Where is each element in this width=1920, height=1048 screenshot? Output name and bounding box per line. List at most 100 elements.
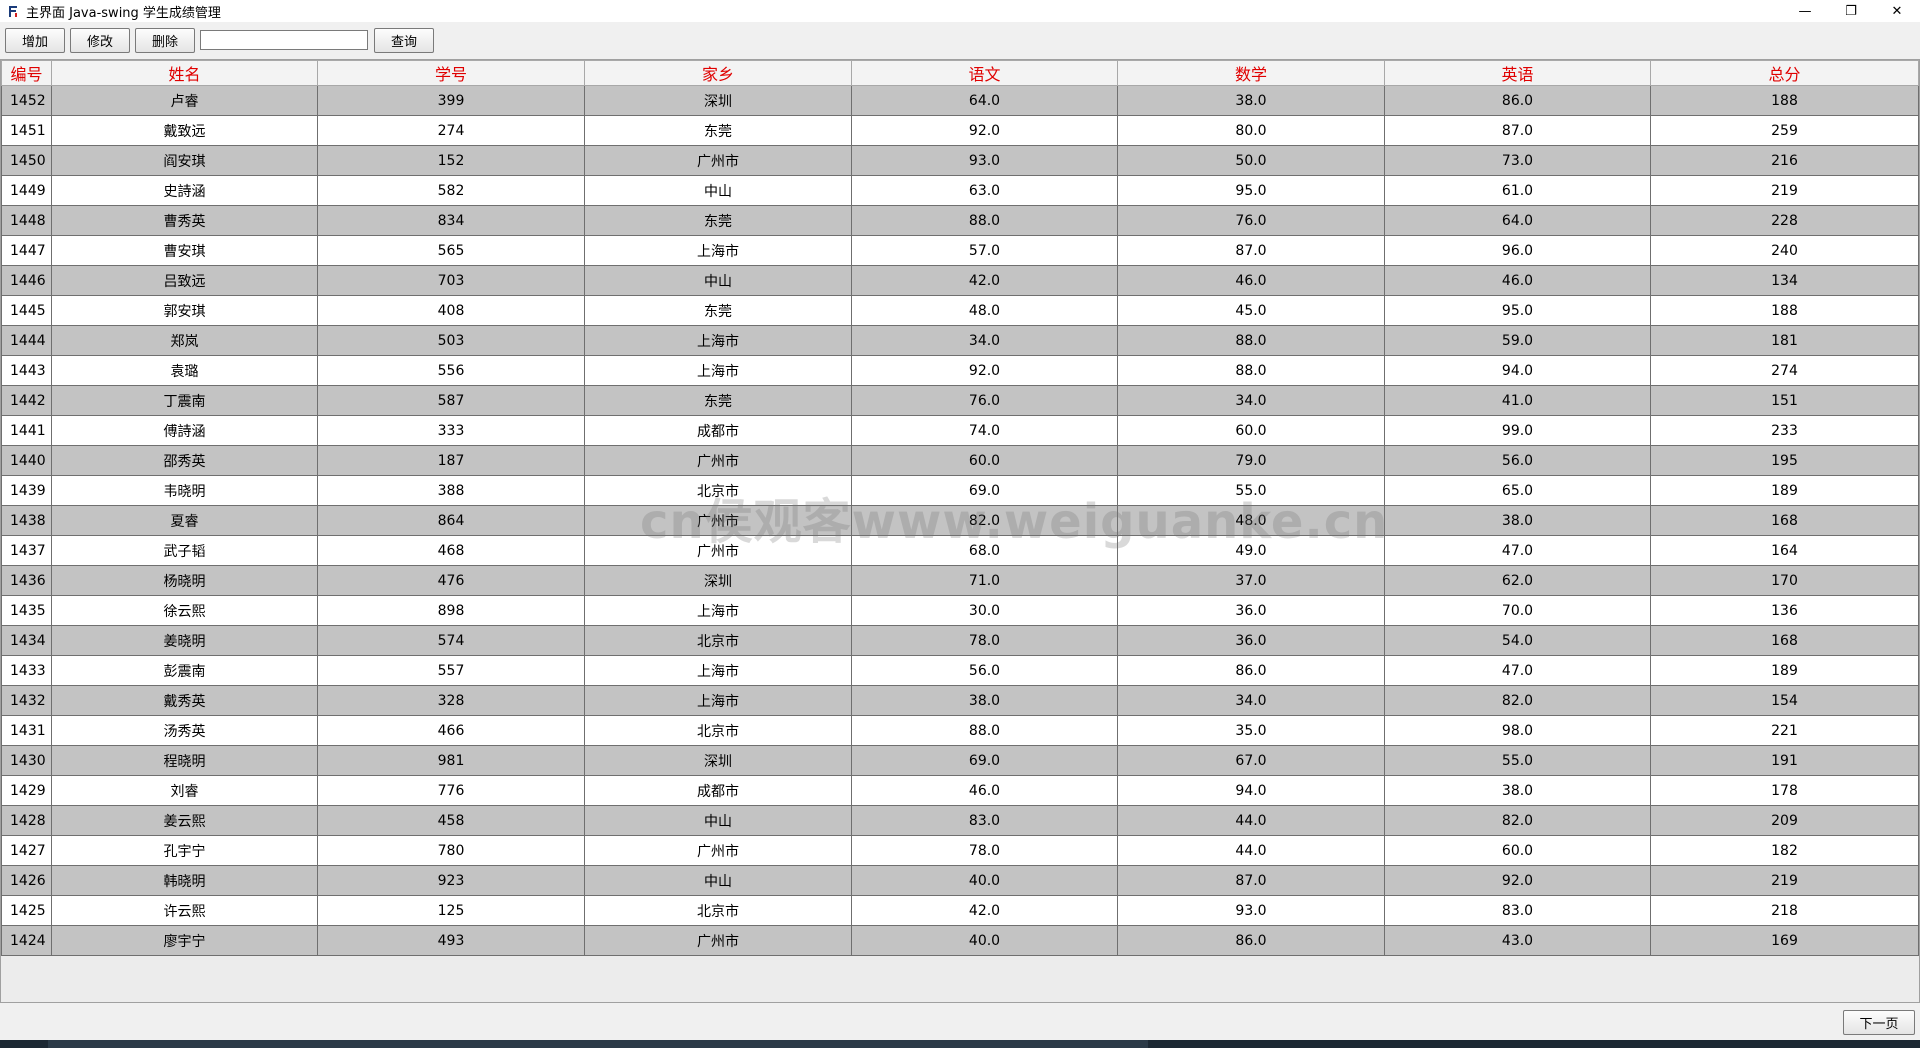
cell-name[interactable]: 韩晓明 <box>51 865 318 896</box>
cell-name[interactable]: 汤秀英 <box>51 715 318 746</box>
cell-student-no[interactable]: 923 <box>317 865 585 896</box>
cell-english[interactable]: 60.0 <box>1384 835 1651 866</box>
cell-math[interactable]: 88.0 <box>1117 325 1385 356</box>
cell-total[interactable]: 154 <box>1650 685 1919 716</box>
cell-name[interactable]: 邵秀英 <box>51 445 318 476</box>
cell-total[interactable]: 164 <box>1650 535 1919 566</box>
cell-id[interactable]: 1447 <box>1 235 52 266</box>
cell-chinese[interactable]: 34.0 <box>851 325 1118 356</box>
cell-student-no[interactable]: 981 <box>317 745 585 776</box>
cell-hometown[interactable]: 北京市 <box>584 895 852 926</box>
table-row[interactable]: 1429 刘睿 776 成都市 46.0 94.0 38.0 178 <box>1 775 1919 806</box>
cell-math[interactable]: 34.0 <box>1117 685 1385 716</box>
cell-name[interactable]: 程晓明 <box>51 745 318 776</box>
delete-button[interactable]: 删除 <box>135 28 195 53</box>
cell-english[interactable]: 41.0 <box>1384 385 1651 416</box>
cell-english[interactable]: 92.0 <box>1384 865 1651 896</box>
column-header-english[interactable]: 英语 <box>1384 60 1651 86</box>
cell-name[interactable]: 姜晓明 <box>51 625 318 656</box>
cell-total[interactable]: 182 <box>1650 835 1919 866</box>
cell-total[interactable]: 209 <box>1650 805 1919 836</box>
cell-math[interactable]: 38.0 <box>1117 85 1385 116</box>
cell-english[interactable]: 47.0 <box>1384 535 1651 566</box>
cell-english[interactable]: 96.0 <box>1384 235 1651 266</box>
cell-id[interactable]: 1449 <box>1 175 52 206</box>
cell-math[interactable]: 44.0 <box>1117 835 1385 866</box>
cell-math[interactable]: 95.0 <box>1117 175 1385 206</box>
table-row[interactable]: 1448 曹秀英 834 东莞 88.0 76.0 64.0 228 <box>1 205 1919 236</box>
cell-total[interactable]: 134 <box>1650 265 1919 296</box>
cell-math[interactable]: 37.0 <box>1117 565 1385 596</box>
cell-hometown[interactable]: 上海市 <box>584 685 852 716</box>
table-row[interactable]: 1436 杨晓明 476 深圳 71.0 37.0 62.0 170 <box>1 565 1919 596</box>
cell-student-no[interactable]: 274 <box>317 115 585 146</box>
cell-id[interactable]: 1441 <box>1 415 52 446</box>
cell-math[interactable]: 50.0 <box>1117 145 1385 176</box>
cell-hometown[interactable]: 东莞 <box>584 115 852 146</box>
cell-chinese[interactable]: 76.0 <box>851 385 1118 416</box>
cell-student-no[interactable]: 333 <box>317 415 585 446</box>
cell-name[interactable]: 戴秀英 <box>51 685 318 716</box>
cell-total[interactable]: 274 <box>1650 355 1919 386</box>
cell-math[interactable]: 44.0 <box>1117 805 1385 836</box>
cell-hometown[interactable]: 广州市 <box>584 145 852 176</box>
cell-math[interactable]: 49.0 <box>1117 535 1385 566</box>
cell-name[interactable]: 孔宇宁 <box>51 835 318 866</box>
cell-id[interactable]: 1440 <box>1 445 52 476</box>
cell-chinese[interactable]: 82.0 <box>851 505 1118 536</box>
restore-button[interactable]: ❐ <box>1828 0 1874 22</box>
cell-english[interactable]: 73.0 <box>1384 145 1651 176</box>
cell-student-no[interactable]: 466 <box>317 715 585 746</box>
cell-math[interactable]: 88.0 <box>1117 355 1385 386</box>
table-row[interactable]: 1432 戴秀英 328 上海市 38.0 34.0 82.0 154 <box>1 685 1919 716</box>
cell-total[interactable]: 216 <box>1650 145 1919 176</box>
cell-chinese[interactable]: 78.0 <box>851 835 1118 866</box>
cell-math[interactable]: 86.0 <box>1117 925 1385 956</box>
cell-total[interactable]: 170 <box>1650 565 1919 596</box>
cell-hometown[interactable]: 成都市 <box>584 775 852 806</box>
edit-button[interactable]: 修改 <box>70 28 130 53</box>
cell-id[interactable]: 1425 <box>1 895 52 926</box>
cell-total[interactable]: 136 <box>1650 595 1919 626</box>
cell-chinese[interactable]: 57.0 <box>851 235 1118 266</box>
table-row[interactable]: 1444 郑岚 503 上海市 34.0 88.0 59.0 181 <box>1 325 1919 356</box>
cell-english[interactable]: 56.0 <box>1384 445 1651 476</box>
cell-math[interactable]: 46.0 <box>1117 265 1385 296</box>
cell-chinese[interactable]: 63.0 <box>851 175 1118 206</box>
table-row[interactable]: 1428 姜云熙 458 中山 83.0 44.0 82.0 209 <box>1 805 1919 836</box>
column-header-id[interactable]: 编号 <box>1 60 52 86</box>
cell-chinese[interactable]: 30.0 <box>851 595 1118 626</box>
cell-student-no[interactable]: 399 <box>317 85 585 116</box>
cell-chinese[interactable]: 74.0 <box>851 415 1118 446</box>
cell-chinese[interactable]: 88.0 <box>851 715 1118 746</box>
cell-total[interactable]: 168 <box>1650 625 1919 656</box>
cell-id[interactable]: 1433 <box>1 655 52 686</box>
cell-total[interactable]: 189 <box>1650 655 1919 686</box>
cell-id[interactable]: 1439 <box>1 475 52 506</box>
cell-id[interactable]: 1445 <box>1 295 52 326</box>
cell-total[interactable]: 218 <box>1650 895 1919 926</box>
cell-student-no[interactable]: 468 <box>317 535 585 566</box>
cell-total[interactable]: 188 <box>1650 295 1919 326</box>
table-row[interactable]: 1446 吕致远 703 中山 42.0 46.0 46.0 134 <box>1 265 1919 296</box>
cell-total[interactable]: 168 <box>1650 505 1919 536</box>
cell-id[interactable]: 1446 <box>1 265 52 296</box>
cell-hometown[interactable]: 上海市 <box>584 235 852 266</box>
cell-student-no[interactable]: 582 <box>317 175 585 206</box>
cell-total[interactable]: 169 <box>1650 925 1919 956</box>
minimize-button[interactable]: — <box>1782 0 1828 22</box>
cell-math[interactable]: 67.0 <box>1117 745 1385 776</box>
cell-total[interactable]: 189 <box>1650 475 1919 506</box>
column-header-hometown[interactable]: 家乡 <box>584 60 852 86</box>
cell-id[interactable]: 1428 <box>1 805 52 836</box>
cell-name[interactable]: 韦晓明 <box>51 475 318 506</box>
cell-english[interactable]: 43.0 <box>1384 925 1651 956</box>
cell-chinese[interactable]: 68.0 <box>851 535 1118 566</box>
cell-name[interactable]: 卢睿 <box>51 85 318 116</box>
table-row[interactable]: 1443 袁璐 556 上海市 92.0 88.0 94.0 274 <box>1 355 1919 386</box>
cell-total[interactable]: 259 <box>1650 115 1919 146</box>
cell-math[interactable]: 79.0 <box>1117 445 1385 476</box>
table-row[interactable]: 1438 夏睿 864 广州市 82.0 48.0 38.0 168 <box>1 505 1919 536</box>
table-row[interactable]: 1452 卢睿 399 深圳 64.0 38.0 86.0 188 <box>1 85 1919 116</box>
cell-chinese[interactable]: 93.0 <box>851 145 1118 176</box>
